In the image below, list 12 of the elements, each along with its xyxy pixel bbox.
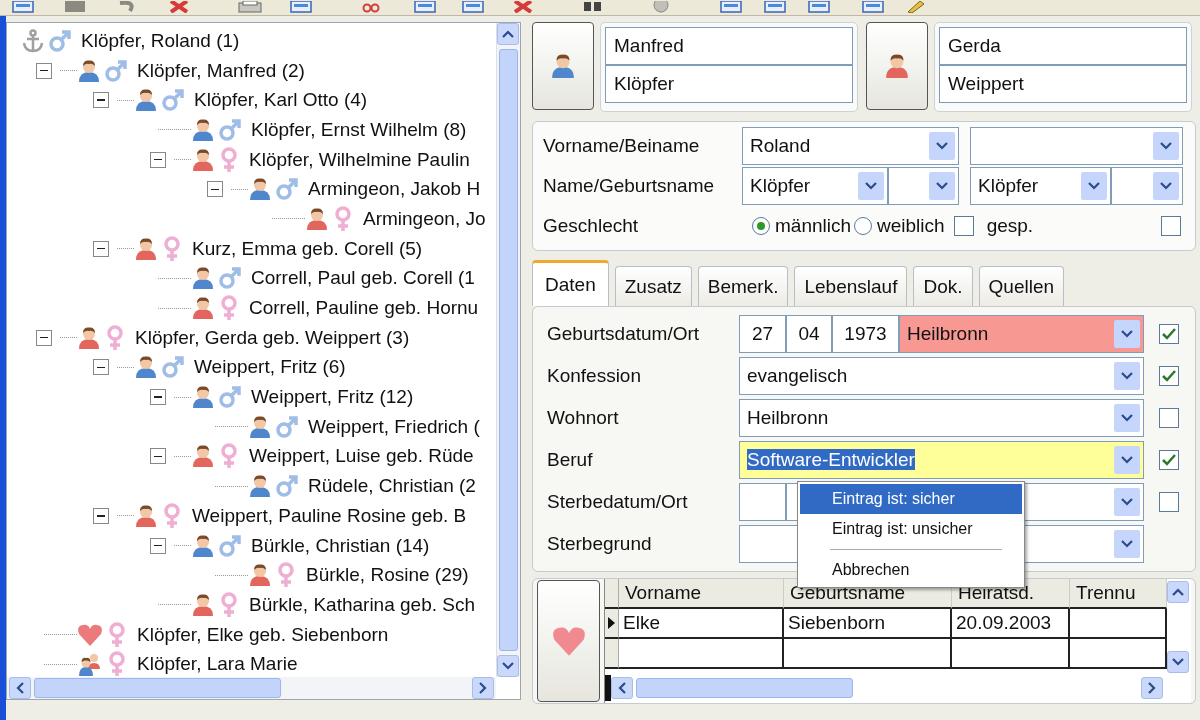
field-label: Sterbegrund [547, 533, 653, 555]
table-cell: 20.09.2003 [952, 609, 1070, 639]
table-cell: Siebenborn [784, 609, 952, 639]
field-label: Name/Geburtsname [543, 175, 716, 197]
field-label: Sterbedatum/Ort [547, 491, 689, 513]
field-label: Beruf [547, 449, 594, 471]
field-label: Vorname/Beiname [543, 135, 701, 157]
field-label: Geschlecht [543, 215, 640, 237]
field-label: Konfession [547, 365, 642, 387]
field-label: Wohnort [547, 407, 620, 429]
table-cell: Elke [619, 609, 784, 639]
field-label: Geburtsdatum/Ort [547, 323, 701, 345]
